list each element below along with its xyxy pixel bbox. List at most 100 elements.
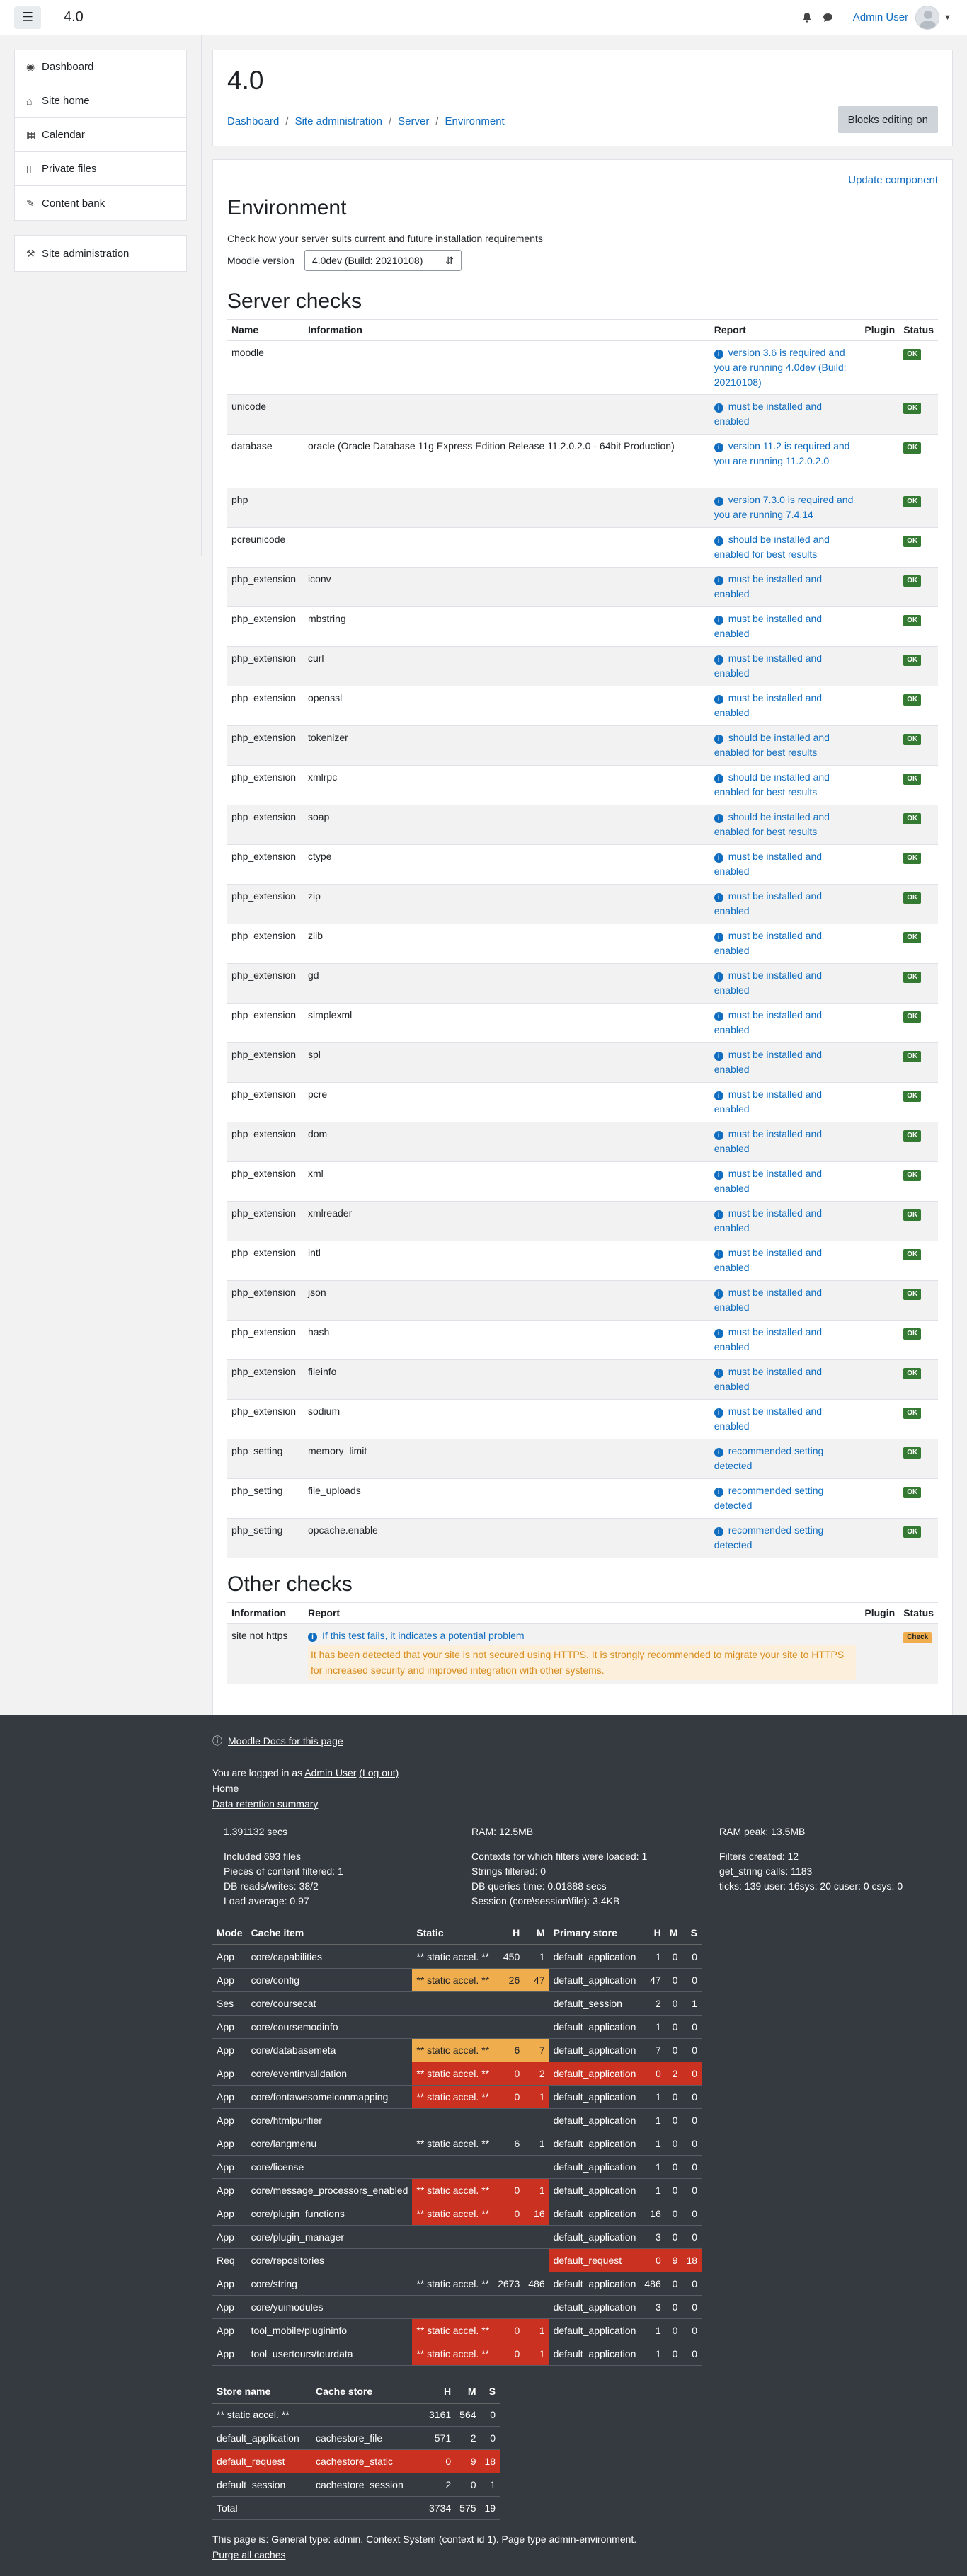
logged-user-link[interactable]: Admin User — [304, 1767, 356, 1778]
cache-store-hits: 47 — [640, 1968, 665, 1992]
cache-static-misses: 1 — [524, 2342, 549, 2366]
cache-static: ** static accel. ** — [412, 1945, 494, 1969]
check-report-text: must be installed and enabled — [714, 851, 823, 877]
drawer-item-site-home[interactable]: ⌂ Site home — [15, 84, 186, 118]
drawer-item-label: Calendar — [42, 129, 85, 141]
store-sets: 0 — [480, 2403, 500, 2427]
cache-store-hits: 1 — [640, 2342, 665, 2366]
check-report-text: must be installed and enabled — [714, 970, 823, 996]
info-icon: i — [714, 1488, 723, 1497]
check-report: i must be installed and enabled — [709, 844, 861, 885]
cache-item: core/databasemeta — [246, 2038, 413, 2062]
cache-static-hits — [493, 2108, 525, 2132]
moodle-docs-link[interactable]: Moodle Docs for this page — [228, 1735, 343, 1747]
breadcrumb-environment[interactable]: Environment — [445, 115, 505, 127]
status-badge: OK — [903, 734, 922, 745]
server-checks-table: Name Information Report Plugin Status mo… — [227, 319, 938, 1558]
version-selected-value: 4.0dev (Build: 20210108) — [311, 255, 423, 266]
table-row: App core/langmenu ** static accel. ** 6 1 def… — [212, 2132, 702, 2156]
breadcrumb-dashboard[interactable]: Dashboard — [227, 115, 279, 127]
cache-store-hits: 1 — [640, 2178, 665, 2202]
cache-static: ** static accel. ** — [412, 2272, 494, 2296]
check-status: OK — [899, 434, 938, 488]
cache-mode: App — [212, 2178, 247, 2202]
check-plugin — [860, 1122, 900, 1162]
col-header-static: Static — [412, 1921, 494, 1945]
notification-bell-icon[interactable] — [799, 10, 815, 25]
select-arrows-icon: ⇵ — [445, 254, 454, 266]
check-status: OK — [899, 340, 938, 395]
breadcrumb-server[interactable]: Server — [398, 115, 429, 127]
status-badge: OK — [903, 1091, 922, 1102]
drawer-item-calendar[interactable]: ▦ Calendar — [15, 118, 186, 152]
data-retention-link[interactable]: Data retention summary — [212, 1798, 318, 1810]
info-icon: i — [714, 576, 723, 585]
chevron-down-icon[interactable]: ▼ — [944, 13, 951, 22]
table-row: App core/message_processors_enabled ** sta… — [212, 2178, 702, 2202]
blocks-editing-button[interactable]: Blocks editing on — [837, 106, 938, 133]
check-report: i must be installed and enabled — [709, 1359, 861, 1400]
check-report-text: should be installed and enabled for best… — [714, 534, 830, 560]
page-footer: ⓘ Moodle Docs for this page You are logg… — [0, 1715, 967, 2576]
check-plugin — [860, 1518, 900, 1558]
status-badge: OK — [903, 774, 922, 785]
perf-stat: 1.391132 secs — [224, 1826, 288, 1837]
logout-link[interactable]: (Log out) — [359, 1767, 399, 1778]
messages-chat-icon[interactable] — [820, 10, 836, 25]
status-badge: OK — [903, 1011, 922, 1023]
purge-caches-link[interactable]: Purge all caches — [212, 2549, 286, 2560]
check-information: zip — [303, 884, 710, 924]
cache-static-misses — [524, 2155, 549, 2179]
check-status: Check — [899, 1623, 938, 1684]
check-plugin — [860, 805, 900, 845]
check-plugin — [860, 488, 900, 528]
user-menu-name[interactable]: Admin User — [853, 11, 908, 23]
home-link[interactable]: Home — [212, 1783, 239, 1794]
check-report: i should be installed and enabled for bes… — [709, 725, 861, 766]
cache-static-misses: 1 — [524, 2085, 549, 2109]
table-row: php_extension pcre i must be installed and … — [227, 1082, 938, 1122]
check-name: php_extension — [227, 1280, 304, 1321]
drawer-item-content-bank[interactable]: ✎ Content bank — [15, 186, 186, 220]
cache-mode: App — [212, 2038, 247, 2062]
cache-store-misses: 0 — [665, 2202, 682, 2226]
check-report-text: must be installed and enabled — [714, 1287, 823, 1313]
table-row: php_extension mbstring i must be installed … — [227, 606, 938, 647]
cache-primary-store: default_application — [549, 2178, 641, 2202]
user-avatar[interactable] — [915, 5, 940, 30]
cache-static-misses — [524, 2248, 549, 2272]
info-icon: i — [714, 933, 723, 942]
check-status: OK — [899, 567, 938, 607]
store-misses: 564 — [455, 2403, 481, 2427]
site-brand[interactable]: 4.0 — [64, 9, 84, 25]
cache-store-sets: 0 — [682, 2225, 702, 2249]
info-icon: i — [714, 403, 723, 413]
drawer-item-private-files[interactable]: ▯ Private files — [15, 152, 186, 186]
check-name: pcreunicode — [227, 527, 304, 568]
drawer-item-site-administration[interactable]: ⚒ Site administration — [15, 236, 186, 271]
drawer-toggle-button[interactable]: ☰ — [14, 6, 41, 29]
calendar-icon: ▦ — [26, 129, 36, 140]
status-badge: OK — [903, 1368, 922, 1379]
update-component-link[interactable]: Update component — [848, 174, 938, 186]
cache-static: ** static accel. ** — [412, 2342, 494, 2366]
check-report: i must be installed and enabled — [709, 924, 861, 964]
check-report: i must be installed and enabled — [709, 646, 861, 686]
breadcrumb-site-administration[interactable]: Site administration — [295, 115, 382, 127]
check-plugin — [860, 1082, 900, 1122]
info-icon: i — [714, 443, 723, 452]
table-row: php_extension curl i must be installed and … — [227, 646, 938, 686]
dashboard-icon: ◉ — [26, 61, 35, 72]
check-report-text: must be installed and enabled — [714, 652, 823, 679]
cache-primary-store: default_application — [549, 2318, 641, 2342]
cache-store-misses: 0 — [665, 2295, 682, 2319]
drawer-item-dashboard[interactable]: ◉ Dashboard — [15, 50, 186, 84]
info-icon: i — [714, 774, 723, 783]
store-misses: 2 — [455, 2426, 481, 2450]
cache-store-misses: 0 — [665, 1968, 682, 1992]
check-plugin — [860, 567, 900, 607]
check-report: i must be installed and enabled — [709, 606, 861, 647]
moodle-version-select[interactable]: 4.0dev (Build: 20210108) ⇵ — [304, 250, 462, 271]
cache-store-sets: 0 — [682, 2015, 702, 2039]
cache-store-body: ** static accel. ** 3161 564 0 default_appli… — [212, 2403, 500, 2520]
